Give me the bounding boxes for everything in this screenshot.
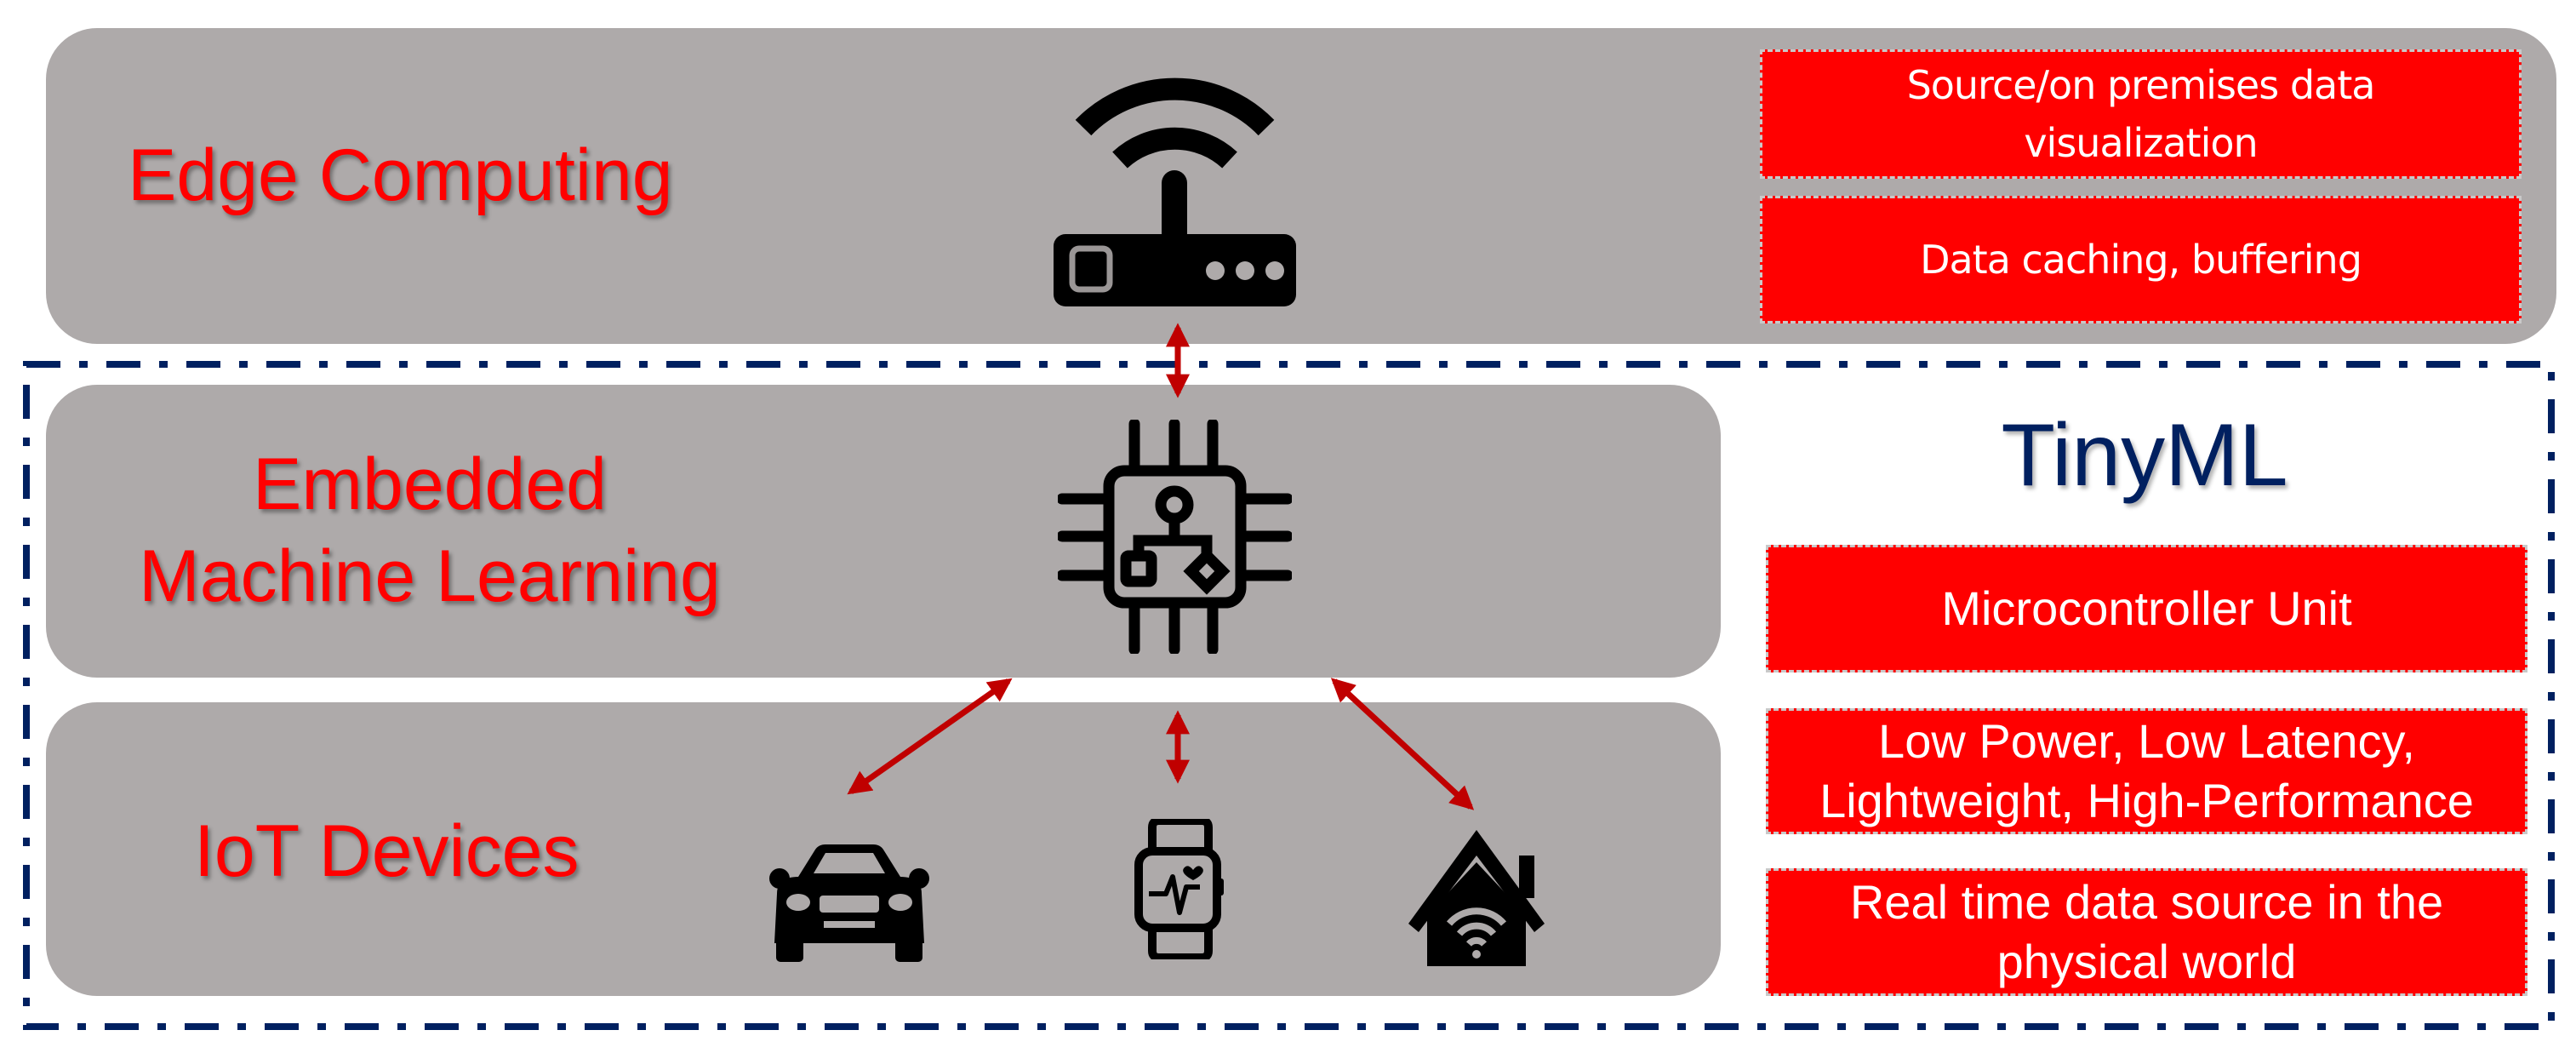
feature-text-line: Real time data source in the xyxy=(1849,875,2444,929)
feature-text-line: Low Power, Low Latency, xyxy=(1878,714,2415,768)
feature-text-line: Lightweight, High-Performance xyxy=(1819,774,2474,827)
tinyml-feature-realtime: Real time data source in the physical wor… xyxy=(1766,868,2527,996)
tinyml-feature-mcu: Microcontroller Unit xyxy=(1766,545,2527,672)
arrow-embedded-to-home xyxy=(1330,678,1475,810)
feature-text-line: Microcontroller Unit xyxy=(1941,581,2352,635)
arrow-embedded-to-car xyxy=(847,678,1013,795)
tinyml-title: TinyML xyxy=(2001,406,2288,505)
feature-text-line: physical world xyxy=(1996,935,2297,988)
tinyml-feature-performance: Low Power, Low Latency, Lightweight, High… xyxy=(1766,708,2527,834)
